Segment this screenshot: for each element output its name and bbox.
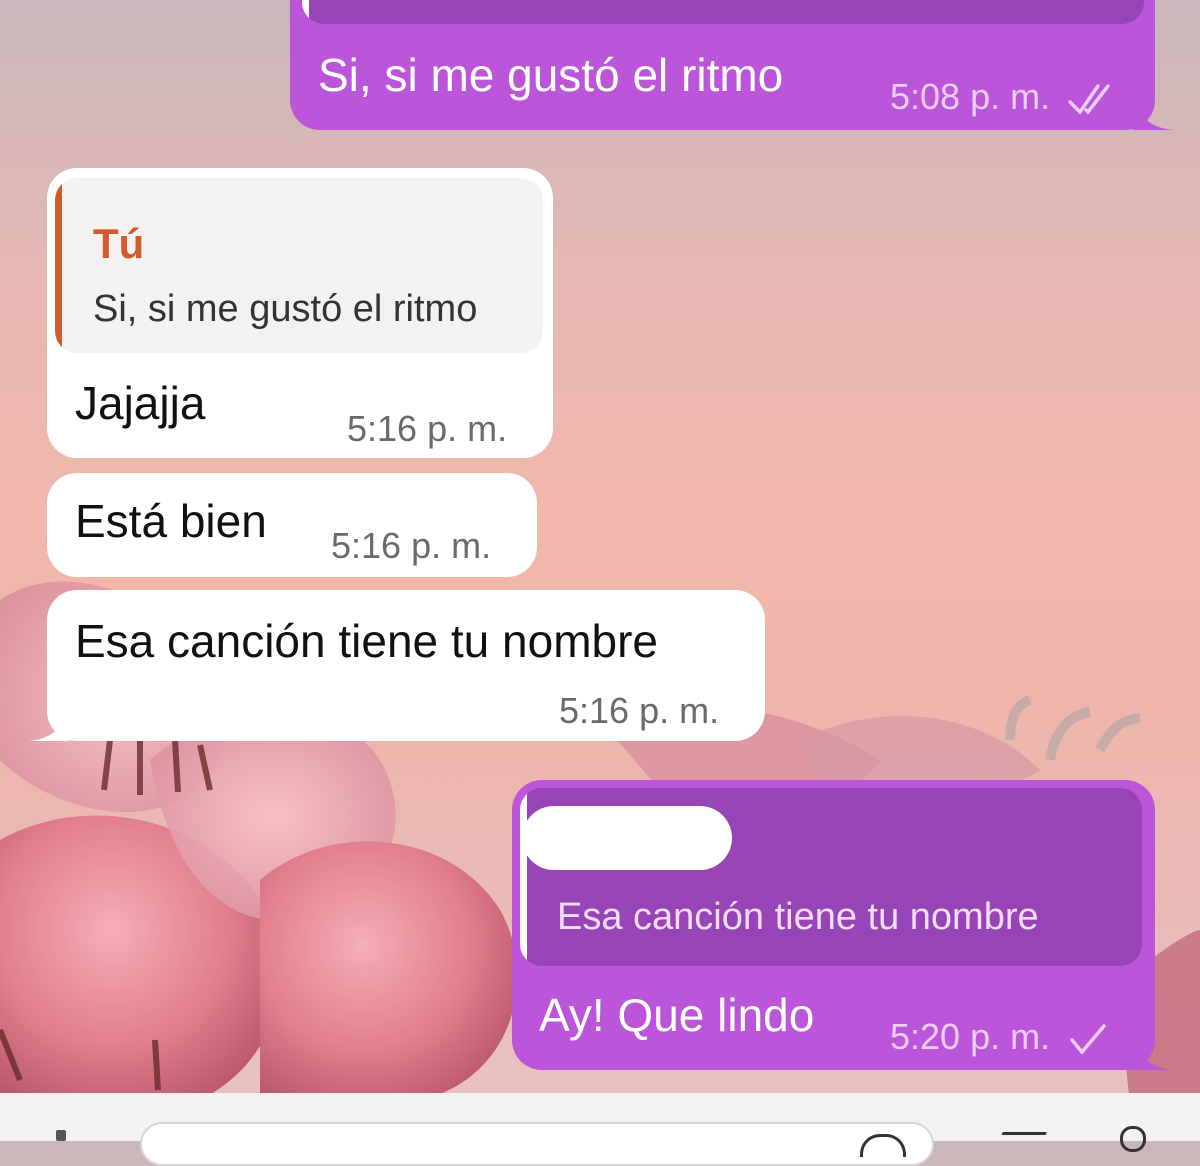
microphone-icon[interactable] [1120,1126,1146,1152]
message-text: Si, si me gustó el ritmo [318,49,784,101]
redacted-author [522,806,732,870]
incoming-message-bubble[interactable]: Esa canción tiene tu nombre 5:16 p. m. [29,590,765,741]
reply-preview[interactable]: Esa canción tiene tu nombre [520,788,1142,966]
message-text: Está bien [75,495,267,547]
message-text: Ay! Que lindo [539,989,815,1041]
bubble-tail-icon [29,701,69,741]
reply-author: Tú [93,220,145,267]
message-time: 5:20 p. m. [890,1016,1108,1058]
single-check-icon [1070,1024,1106,1056]
message-input[interactable] [140,1122,934,1166]
reply-preview[interactable]: Tú Si, si me gustó el ritmo [55,178,543,353]
message-time: 5:16 p. m. [559,690,720,731]
bubble-tail-icon [1133,90,1173,130]
message-text: Esa canción tiene tu nombre [75,615,659,667]
message-time: 5:16 p. m. [347,408,508,449]
outgoing-message-bubble[interactable]: Si, si me gustó el ritmo 5:08 p. m. [290,0,1173,130]
reply-text: Si, si me gustó el ritmo [93,288,478,330]
message-text: Jajajja [75,377,206,429]
message-time: 5:16 p. m. [331,525,492,566]
attach-icon[interactable] [56,1130,66,1141]
incoming-message-bubble[interactable]: Tú Si, si me gustó el ritmo Jajajja 5:16… [47,168,553,458]
double-check-icon [1068,84,1110,116]
reply-text: Esa canción tiene tu nombre [557,896,1039,938]
camera-icon[interactable] [997,1132,1047,1147]
outgoing-message-bubble[interactable]: Esa canción tiene tu nombre Ay! Que lind… [512,780,1173,1070]
bubble-tail-icon [1133,1030,1173,1070]
reply-preview[interactable] [302,0,1144,24]
message-time: 5:08 p. m. [890,76,1118,118]
incoming-message-bubble[interactable]: Está bien 5:16 p. m. [47,473,537,577]
